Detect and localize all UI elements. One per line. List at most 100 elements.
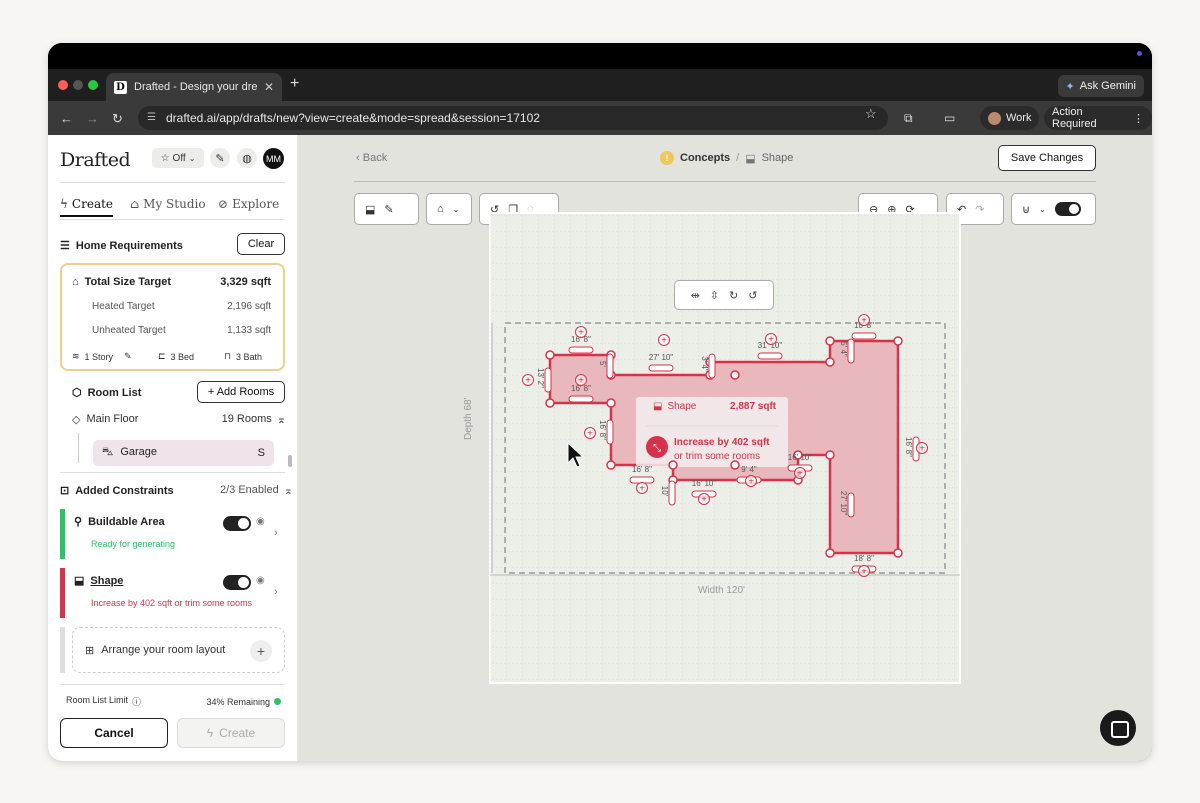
car-icon: ⛍ (102, 446, 114, 458)
back-arrow-icon[interactable]: ← (60, 111, 73, 126)
flip-horizontal-icon[interactable]: ⇹ (691, 289, 700, 302)
collapse-icon: ⌅ (276, 414, 286, 426)
house-size-icon: ⌂ (72, 276, 79, 288)
compass-icon: ⊘ (218, 197, 229, 211)
logo[interactable]: Drafted (60, 149, 131, 171)
favorite-toggle-button[interactable]: ☆ Off ⌄ (152, 148, 204, 168)
cube-icon: ⬡ (72, 387, 82, 399)
maximize-window-dot[interactable] (88, 80, 98, 90)
tab-explore-label: Explore (232, 197, 280, 211)
flip-vertical-icon[interactable]: ⇳ (710, 289, 719, 302)
list-item-garage[interactable]: ⛍ Garage S (93, 440, 274, 466)
bed-icon: ⊏ (158, 351, 166, 361)
canvas-area: ‹ Back ! Concepts / ⬓ Shape Save Changes… (298, 135, 1152, 761)
close-window-dot[interactable] (58, 80, 68, 90)
off-label: Off (172, 152, 186, 164)
rotate-ccw-icon[interactable]: ↺ (748, 289, 757, 302)
dimension-label: 16' 10" (692, 479, 717, 488)
garage-size: S (257, 447, 265, 459)
room-list-header: ⬡ Room List (72, 386, 142, 400)
minimize-window-dot[interactable] (73, 80, 83, 90)
edge-handle (648, 364, 674, 372)
profile-avatar-icon (988, 111, 1001, 125)
buildable-toggle[interactable] (223, 516, 251, 531)
new-tab-icon[interactable]: + (290, 75, 299, 93)
vertex-handle (606, 398, 616, 408)
layout-icon: ⊞ (85, 644, 95, 657)
constraint-buildable-area[interactable]: ⚲ Buildable Area Ready for generating ◉ › (60, 509, 285, 559)
rotate-cw-icon[interactable]: ↻ (729, 289, 738, 302)
ask-gemini-label: Ask Gemini (1079, 80, 1136, 92)
unheated-label: Unheated Target (92, 325, 166, 336)
bath-meta: ⊓ 3 Bath (224, 351, 262, 362)
cast-icon[interactable]: ▭ (944, 111, 955, 125)
plus-icon: + (587, 429, 593, 440)
profile-button[interactable]: Work (980, 106, 1040, 130)
shape-toggle[interactable] (223, 575, 251, 590)
scrollbar-thumb[interactable] (288, 455, 292, 467)
chevron-right-icon[interactable]: › (274, 586, 278, 598)
chat-button[interactable] (1100, 710, 1136, 746)
add-constraint-button[interactable]: + (250, 640, 272, 662)
enabled-count[interactable]: 2/3 Enabled ⌅ (220, 484, 293, 497)
main-floor-row[interactable]: ◇ Main Floor 19 Rooms ⌅ (72, 413, 286, 426)
plus-icon: + (797, 469, 803, 480)
heated-row: Heated Target 2,196 sqft (92, 301, 271, 312)
cancel-button[interactable]: Cancel (60, 718, 168, 748)
constraint-title: ⬓ Shape (74, 574, 123, 588)
limit-value: 34% Remaining (206, 696, 270, 707)
eye-icon[interactable]: ◉ (256, 575, 265, 586)
home-icon: ⌂ (130, 197, 140, 211)
plus-icon: + (768, 335, 774, 346)
chevron-right-icon[interactable]: › (274, 527, 278, 539)
forward-arrow-icon[interactable]: → (86, 111, 99, 126)
divider (60, 219, 285, 220)
shape-icon: ⬓ (653, 401, 663, 412)
extensions-icon[interactable]: ⧉ (904, 111, 913, 126)
browser-tab[interactable]: D Drafted - Design your dream h ✕ (106, 73, 282, 101)
buildable-status: Ready for generating (91, 539, 176, 549)
plus-icon: + (748, 477, 754, 488)
sparkle-icon: ϟ (60, 197, 68, 211)
eye-icon[interactable]: ◉ (256, 516, 265, 527)
reload-icon[interactable]: ↻ (112, 111, 123, 127)
arrange-layout-card[interactable]: ⊞ Arrange your room layout + (72, 627, 285, 673)
tab-create[interactable]: ϟ Create (60, 197, 113, 211)
close-tab-icon[interactable]: ✕ (264, 80, 274, 94)
site-info-icon[interactable]: ☰ (147, 112, 156, 123)
constraint-shape[interactable]: ⬓ Shape Increase by 402 sqft or trim some… (60, 568, 285, 618)
divider (60, 472, 285, 473)
add-rooms-button[interactable]: + Add Rooms (197, 381, 285, 403)
avatar[interactable]: MM (263, 148, 284, 169)
dimension-label: 16' 8" (598, 420, 607, 440)
url-field[interactable]: ☰ drafted.ai/app/drafts/new?view=create&… (138, 106, 888, 130)
plus-icon: + (701, 495, 707, 506)
status-bar (60, 627, 65, 673)
globe-icon[interactable]: ◍ (237, 148, 257, 168)
shrink-glyph: ⤡ (653, 443, 661, 454)
bookmark-star-icon[interactable]: ☆ (865, 106, 877, 122)
vertex-handle (606, 460, 616, 470)
total-size-label: Total Size Target (84, 276, 172, 288)
create-button[interactable]: ϟ Create (177, 718, 285, 748)
vertex-handle (545, 398, 555, 408)
tab-my-studio[interactable]: ⌂ My Studio (130, 197, 206, 211)
heated-value: 2,196 sqft (227, 301, 271, 312)
edge-handle (847, 492, 855, 518)
ask-gemini-button[interactable]: ✦ Ask Gemini (1057, 75, 1144, 97)
clear-button[interactable]: Clear (237, 233, 285, 255)
total-size-card[interactable]: ⌂ Total Size Target 3,329 sqft Heated Tar… (60, 263, 285, 371)
constraints-icon: ⊡ (60, 485, 70, 497)
edge-handle (668, 480, 676, 506)
action-required-button[interactable]: Action Required ⋮ (1044, 106, 1152, 130)
info-icon[interactable]: ⓘ (132, 695, 141, 708)
camera-dot (1137, 51, 1142, 56)
vertex-handle (825, 548, 835, 558)
edit-icon[interactable]: ✎ (124, 351, 132, 362)
limit-label: Room List Limit (66, 695, 129, 705)
floor-plan-canvas[interactable]: ⤡ 16' 8"16' 8"13' 2"5'27' 10" 3' 4"31' 10… (298, 135, 1152, 761)
tab-explore[interactable]: ⊘ Explore (218, 197, 279, 211)
room-list-title: Room List (87, 386, 142, 399)
tab-create-label: Create (71, 197, 114, 211)
ruler-icon[interactable]: ✎ (210, 148, 230, 168)
